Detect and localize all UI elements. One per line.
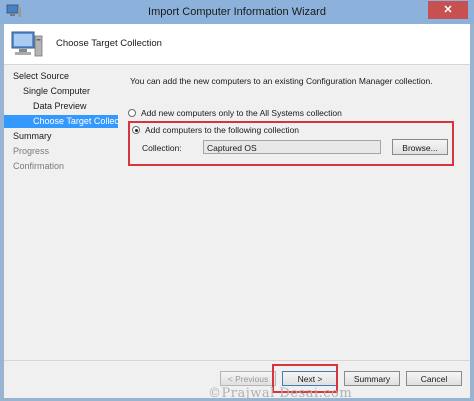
option-all-systems[interactable]: Add new computers only to the All System… <box>128 108 342 118</box>
watermark-text: ©Prajwal Desai.com <box>208 386 353 401</box>
computer-icon <box>6 4 21 17</box>
option-all-systems-label: Add new computers only to the All System… <box>141 108 342 118</box>
wizard-nav: Select Source Single Computer Data Previ… <box>4 65 143 359</box>
window-title: Import Computer Information Wizard <box>148 6 326 18</box>
previous-button[interactable]: < Previous <box>220 371 276 386</box>
radio-all-systems[interactable] <box>128 109 136 117</box>
radio-following-collection[interactable] <box>132 126 140 134</box>
nav-item-summary[interactable]: Summary <box>4 130 123 143</box>
option-following-collection[interactable]: Add computers to the following collectio… <box>132 125 299 135</box>
wizard-client: Choose Target Collection Select Source S… <box>4 24 470 398</box>
wizard-header: Choose Target Collection <box>4 24 470 65</box>
nav-item-single-computer[interactable]: Single Computer <box>4 85 133 98</box>
intro-text: You can add the new computers to an exis… <box>130 76 433 86</box>
computer-icon <box>11 31 43 57</box>
option-following-label: Add computers to the following collectio… <box>145 125 300 135</box>
title-bar[interactable]: Import Computer Information Wizard ✕ <box>0 0 474 24</box>
collection-field[interactable]: Captured OS <box>203 140 381 154</box>
nav-item-progress: Progress <box>13 146 50 156</box>
summary-button[interactable]: Summary <box>344 371 400 386</box>
wizard-content: You can add the new computers to an exis… <box>118 65 470 359</box>
nav-item-confirmation: Confirmation <box>13 161 65 171</box>
close-button[interactable]: ✕ <box>428 1 468 19</box>
collection-label: Collection: <box>142 143 182 153</box>
page-title: Choose Target Collection <box>56 38 162 49</box>
browse-button[interactable]: Browse... <box>392 139 448 155</box>
wizard-window: Import Computer Information Wizard ✕ Cho… <box>0 0 474 401</box>
cancel-button[interactable]: Cancel <box>406 371 462 386</box>
nav-item-select-source[interactable]: Select Source <box>4 70 123 83</box>
